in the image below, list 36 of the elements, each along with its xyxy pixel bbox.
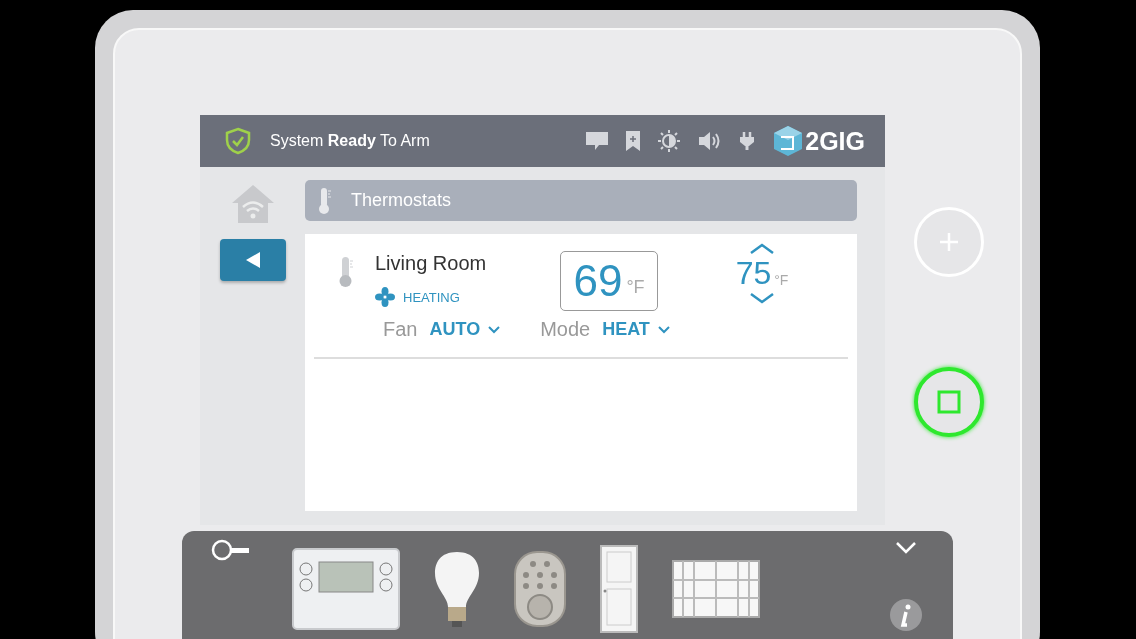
mode-dropdown[interactable]: HEAT <box>596 317 676 342</box>
back-button[interactable] <box>219 239 286 281</box>
bookmark-icon[interactable] <box>625 130 642 152</box>
speaker-icon[interactable] <box>697 130 722 152</box>
current-temperature: 69 <box>573 256 623 306</box>
brightness-icon[interactable] <box>657 129 682 153</box>
temperature-unit: °F <box>626 276 645 298</box>
setpoint-temperature: 75 <box>735 255 772 292</box>
square-icon <box>937 390 961 414</box>
fan-label: Fan <box>383 318 418 341</box>
cube-logo-icon <box>773 125 804 157</box>
left-triangle-icon <box>244 251 261 269</box>
plus-icon <box>939 232 959 252</box>
section-title: Thermostats <box>351 190 452 211</box>
fan-dropdown[interactable]: AUTO <box>423 317 507 342</box>
thermometer-icon <box>317 186 333 215</box>
chat-icon[interactable] <box>585 130 610 152</box>
heating-status: HEATING <box>403 289 460 305</box>
chevron-down-icon <box>657 325 670 334</box>
shield-check-icon <box>224 127 252 155</box>
chevron-down-icon[interactable] <box>749 292 775 304</box>
window-drawing[interactable] <box>672 560 760 618</box>
mode-label: Mode <box>540 318 591 341</box>
key-icon[interactable] <box>211 539 251 561</box>
light-bulb-drawing[interactable] <box>434 551 480 627</box>
room-name: Living Room <box>375 252 488 275</box>
thermometer-icon <box>338 256 354 288</box>
brand-logo: 2GIG <box>805 126 865 156</box>
keypad-deadbolt-drawing[interactable] <box>514 551 566 627</box>
thermostat-drawing[interactable] <box>292 548 400 630</box>
fan-icon <box>375 287 395 307</box>
temperature-unit: °F <box>774 271 789 288</box>
chevron-down-icon <box>488 325 501 334</box>
system-status: System Ready To Arm <box>270 132 430 150</box>
chevron-up-icon[interactable] <box>749 243 775 255</box>
info-icon[interactable] <box>890 599 922 631</box>
